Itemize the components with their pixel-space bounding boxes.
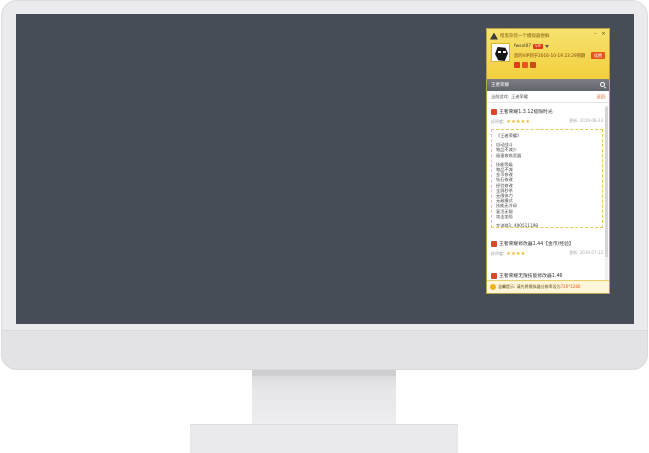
close-icon[interactable]: × xyxy=(601,32,606,37)
list-item[interactable]: 王者荣耀修改器1.44【金币/经验】 好评度: ★★★★ 更新: 2016-07… xyxy=(491,240,603,257)
star-rating: ★★★★★ xyxy=(506,118,531,125)
window-header: 暗黑杂货一个模拟器尝鲜 – × fwsxl07 VIP 您的VIP到于2016-… xyxy=(487,29,609,79)
monitor-chin xyxy=(1,330,648,370)
card-title[interactable]: 王者荣耀无限技能修改器1.46 xyxy=(499,272,562,279)
footer-text: 温馨提示: 请先将模拟器分辨率设为720*1280 xyxy=(498,284,580,290)
monitor-stand-joint xyxy=(252,370,396,376)
footer-message: 温馨提示: 请先将模拟器分辨率设为 xyxy=(498,284,561,289)
minimize-icon[interactable]: – xyxy=(593,32,598,37)
window-title: 暗黑杂货一个模拟器尝鲜 xyxy=(500,34,550,39)
card-title-row: 王者荣耀修改器1.44【金币/经验】 xyxy=(491,240,603,247)
game-icon xyxy=(491,108,497,115)
vip-expiry-text: 您的VIP到于2016-10-19 23:29到期 xyxy=(514,54,586,59)
game-icon xyxy=(491,240,497,247)
rating-label: 好评度: xyxy=(491,118,505,124)
breadcrumb-current: 王者荣耀 xyxy=(511,93,528,99)
user-row: fwsxl07 VIP xyxy=(514,44,549,49)
card-title-row: 王者荣耀无限技能修改器1.46 xyxy=(491,272,603,279)
monitor-stand-base xyxy=(190,424,458,453)
privilege-icon[interactable] xyxy=(522,62,528,68)
monitor-stand-neck xyxy=(252,370,396,424)
footer-resolution: 720*1280 xyxy=(560,284,581,289)
chevron-down-icon[interactable] xyxy=(544,45,549,48)
privilege-icon[interactable] xyxy=(514,62,520,68)
avatar-figure xyxy=(495,47,508,61)
bulb-icon xyxy=(490,284,496,290)
game-icon xyxy=(491,272,497,279)
list-item[interactable]: 王者荣耀无限技能修改器1.46 xyxy=(491,272,603,279)
breadcrumb-prefix: 当前游戏: xyxy=(491,93,510,99)
card-title[interactable]: 王者荣耀1.3.12极限时光 xyxy=(499,108,553,115)
description-line: 交流群1: 490511198 xyxy=(496,223,538,228)
rating-label: 好评度: xyxy=(491,250,505,256)
list-item[interactable]: 王者荣耀1.3.12极限时光 好评度: ★★★★★ 更新: 2016-08-23… xyxy=(491,108,603,228)
cheat-description: 《王者荣耀》 自动战斗 物品不减少 极速修炼武器 技能等级 物品不减 金币修改 钻石修改 经验修… xyxy=(491,129,603,228)
scrollbar-thumb[interactable] xyxy=(605,107,608,257)
vip-badge: VIP xyxy=(533,44,543,49)
renew-button[interactable]: 续费 xyxy=(591,52,605,59)
card-meta: 好评度: ★★★★★ 更新: 2016-08-23 xyxy=(491,118,603,125)
title-row: 暗黑杂货一个模拟器尝鲜 xyxy=(490,32,550,40)
search-input[interactable]: 王者荣耀 xyxy=(491,82,509,88)
avatar-eye xyxy=(503,51,506,53)
breadcrumb: 当前游戏: 王者荣耀 返回 xyxy=(487,91,609,103)
update-date: 更新: 2016-07-12 xyxy=(569,250,603,255)
update-date: 更新: 2016-08-23 xyxy=(569,118,603,123)
card-title-row: 王者荣耀1.3.12极限时光 xyxy=(491,108,603,115)
username[interactable]: fwsxl07 xyxy=(514,44,531,49)
app-logo-icon xyxy=(490,32,498,40)
star-rating: ★★★★ xyxy=(506,250,526,257)
search-bar[interactable]: 王者荣耀 xyxy=(487,79,609,91)
avatar-eye xyxy=(498,51,501,53)
scrollbar[interactable] xyxy=(605,105,608,281)
desktop-scene: 暗黑杂货一个模拟器尝鲜 – × fwsxl07 VIP 您的VIP到于2016-… xyxy=(0,0,649,453)
card-meta: 好评度: ★★★★ 更新: 2016-07-12 xyxy=(491,250,603,257)
privilege-icons xyxy=(514,62,536,68)
privilege-icon[interactable] xyxy=(530,62,536,68)
window-controls: – × xyxy=(593,32,606,37)
cheat-tool-window: 暗黑杂货一个模拟器尝鲜 – × fwsxl07 VIP 您的VIP到于2016-… xyxy=(486,28,610,294)
search-icon[interactable] xyxy=(600,82,605,87)
card-title[interactable]: 王者荣耀修改器1.44【金币/经验】 xyxy=(499,240,574,247)
avatar[interactable] xyxy=(491,43,510,62)
footer-tip: 温馨提示: 请先将模拟器分辨率设为720*1280 xyxy=(487,280,609,293)
back-button[interactable]: 返回 xyxy=(597,94,605,100)
